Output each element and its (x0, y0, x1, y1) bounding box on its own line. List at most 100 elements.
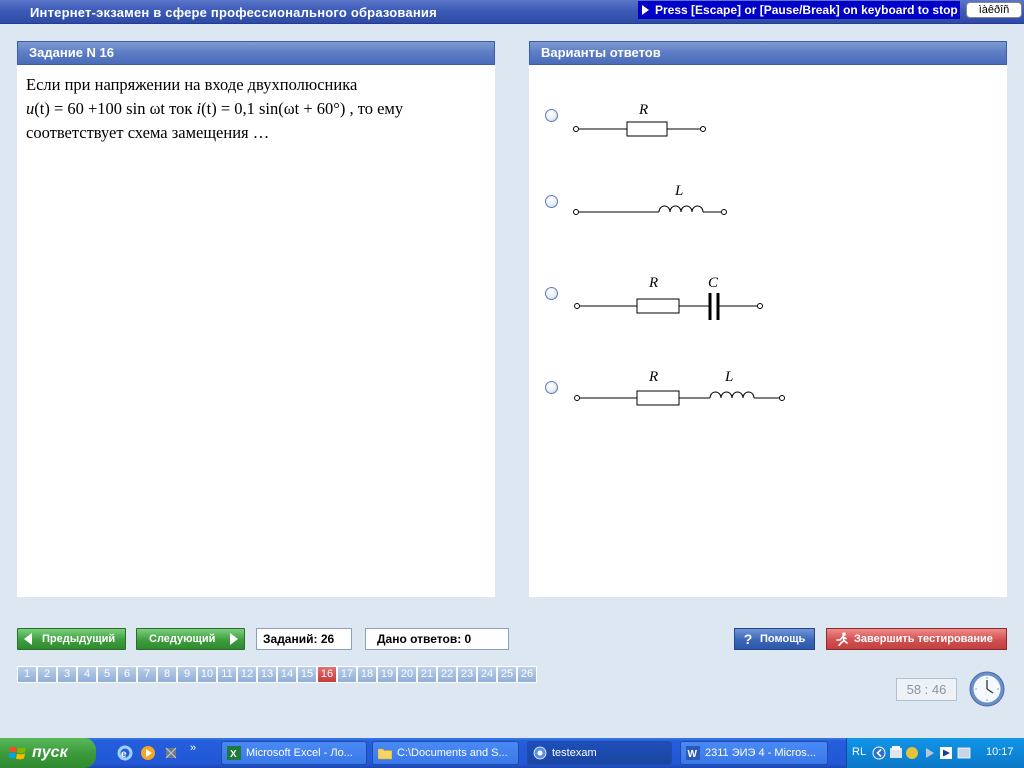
system-tray: RL 10:17 (846, 738, 1024, 768)
running-man-icon (836, 632, 848, 646)
network-icon (906, 747, 918, 759)
question-number-22[interactable]: 22 (437, 666, 457, 683)
label-r: R (648, 369, 658, 385)
task-excel-label: Microsoft Excel - Ло... (246, 747, 353, 759)
svg-text:W: W (688, 749, 698, 760)
task-testexam-label: testexam (552, 747, 597, 759)
question-number-5[interactable]: 5 (97, 666, 117, 683)
help-button[interactable]: ? Помощь (734, 628, 815, 650)
task-explorer[interactable]: C:\Documents and S... (372, 741, 519, 765)
question-line-1: Если при напряжении на входе двухполюсни… (26, 75, 358, 94)
quick-launch-ie-icon[interactable]: e (117, 745, 133, 766)
testexam-icon (533, 746, 547, 760)
question-number-19[interactable]: 19 (377, 666, 397, 683)
tray-clock: 10:17 (986, 746, 1014, 758)
app-title: Интернет-экзамен в сфере профессионально… (30, 5, 437, 20)
play-icon (926, 748, 934, 758)
task-excel[interactable]: X Microsoft Excel - Ло... (221, 741, 367, 765)
answer-radio-3[interactable] (545, 287, 558, 300)
help-button-label: Помощь (760, 633, 806, 645)
quick-launch-app-icon[interactable] (163, 745, 179, 766)
question-number-4[interactable]: 4 (77, 666, 97, 683)
clock-icon (969, 671, 1005, 707)
label-l: L (674, 183, 683, 199)
next-button-label: Следующий (149, 633, 216, 645)
question-number-21[interactable]: 21 (417, 666, 437, 683)
label-l: L (724, 369, 733, 385)
question-number-12[interactable]: 12 (237, 666, 257, 683)
question-number-23[interactable]: 23 (457, 666, 477, 683)
circuit-resistor-inductor: R L (574, 369, 785, 406)
question-number-1[interactable]: 1 (17, 666, 37, 683)
tray-language[interactable]: RL (852, 746, 866, 758)
previous-button-label: Предыдущий (42, 633, 116, 645)
app-title-bar: Интернет-экзамен в сфере профессионально… (0, 0, 1024, 24)
formula-i-expr: (t) = 0,1 sin(ωt + 60°) (201, 99, 346, 118)
question-number-9[interactable]: 9 (177, 666, 197, 683)
excel-icon: X (227, 746, 241, 760)
question-number-6[interactable]: 6 (117, 666, 137, 683)
previous-button[interactable]: Предыдущий (17, 628, 126, 650)
question-mark-icon: ? (743, 631, 753, 647)
formula-u-expr: (t) = 60 +100 sin ωt (34, 99, 166, 118)
task-explorer-label: C:\Documents and S... (397, 747, 508, 759)
question-number-18[interactable]: 18 (357, 666, 377, 683)
escape-hint: Press [Escape] or [Pause/Break] on keybo… (638, 1, 960, 19)
question-number-8[interactable]: 8 (157, 666, 177, 683)
question-number-25[interactable]: 25 (497, 666, 517, 683)
svg-text:X: X (230, 749, 237, 760)
answer-radio-2[interactable] (545, 195, 558, 208)
folder-icon (378, 748, 392, 760)
formula-mid-word: ток (169, 99, 193, 118)
start-button-label: пуск (32, 744, 68, 761)
circuit-resistor: R (573, 102, 706, 137)
question-number-20[interactable]: 20 (397, 666, 417, 683)
task-word[interactable]: W 2311 ЭИЭ 4 - Micros... (680, 741, 828, 765)
escape-hint-text: Press [Escape] or [Pause/Break] on keybo… (655, 3, 958, 17)
tray-icons (872, 745, 980, 766)
next-button[interactable]: Следующий (136, 628, 245, 650)
tasks-count: Заданий: 26 (256, 628, 352, 650)
word-icon: W (686, 746, 700, 760)
question-number-13[interactable]: 13 (257, 666, 277, 683)
circuit-resistor-capacitor: R C (574, 275, 763, 320)
start-button[interactable]: пуск (0, 738, 96, 768)
svg-text:e: e (121, 749, 127, 760)
label-r: R (638, 102, 648, 118)
windows-logo-icon (9, 746, 26, 760)
answers-header: Варианты ответов (529, 41, 1007, 65)
label-r: R (648, 275, 658, 291)
question-number-3[interactable]: 3 (57, 666, 77, 683)
finish-test-button[interactable]: Завершить тестирование (826, 628, 1007, 650)
question-line-2-tail: , то ему (349, 99, 404, 118)
question-number-strip: 1 2 3 4 5 6 7 8 9 10 11 12 13 14 15 16 17 18 19 20 21 22 23 24 2… (17, 666, 537, 683)
question-number-16[interactable]: 16 (317, 666, 337, 683)
question-number-7[interactable]: 7 (137, 666, 157, 683)
task-word-label: 2311 ЭИЭ 4 - Micros... (705, 747, 816, 759)
question-number-2[interactable]: 2 (37, 666, 57, 683)
answers-given-count: Дано ответов: 0 (365, 628, 509, 650)
label-c: C (708, 275, 719, 291)
question-header: Задание N 16 (17, 41, 495, 65)
language-indicator[interactable]: ìàêðîñ (966, 2, 1022, 18)
question-number-14[interactable]: 14 (277, 666, 297, 683)
question-text: Если при напряжении на входе двухполюсни… (26, 73, 491, 145)
answer-radio-4[interactable] (545, 381, 558, 394)
timer-display: 58 : 46 (896, 678, 957, 701)
question-number-24[interactable]: 24 (477, 666, 497, 683)
task-testexam[interactable]: testexam (527, 741, 672, 765)
answers-panel: Варианты ответов R L R C R L (529, 41, 1007, 597)
question-number-11[interactable]: 11 (217, 666, 237, 683)
quick-launch-media-icon[interactable] (140, 745, 156, 766)
question-number-10[interactable]: 10 (197, 666, 217, 683)
chevron-double-right-icon[interactable]: » (190, 742, 196, 754)
question-number-17[interactable]: 17 (337, 666, 357, 683)
display-icon (957, 747, 971, 759)
chevron-left-icon (872, 746, 886, 760)
arrow-left-icon (24, 633, 32, 645)
circuit-inductor: L (573, 183, 727, 215)
question-panel: Задание N 16 Если при напряжении на вход… (17, 41, 495, 597)
question-number-26[interactable]: 26 (517, 666, 537, 683)
question-number-15[interactable]: 15 (297, 666, 317, 683)
answer-radio-1[interactable] (545, 109, 558, 122)
